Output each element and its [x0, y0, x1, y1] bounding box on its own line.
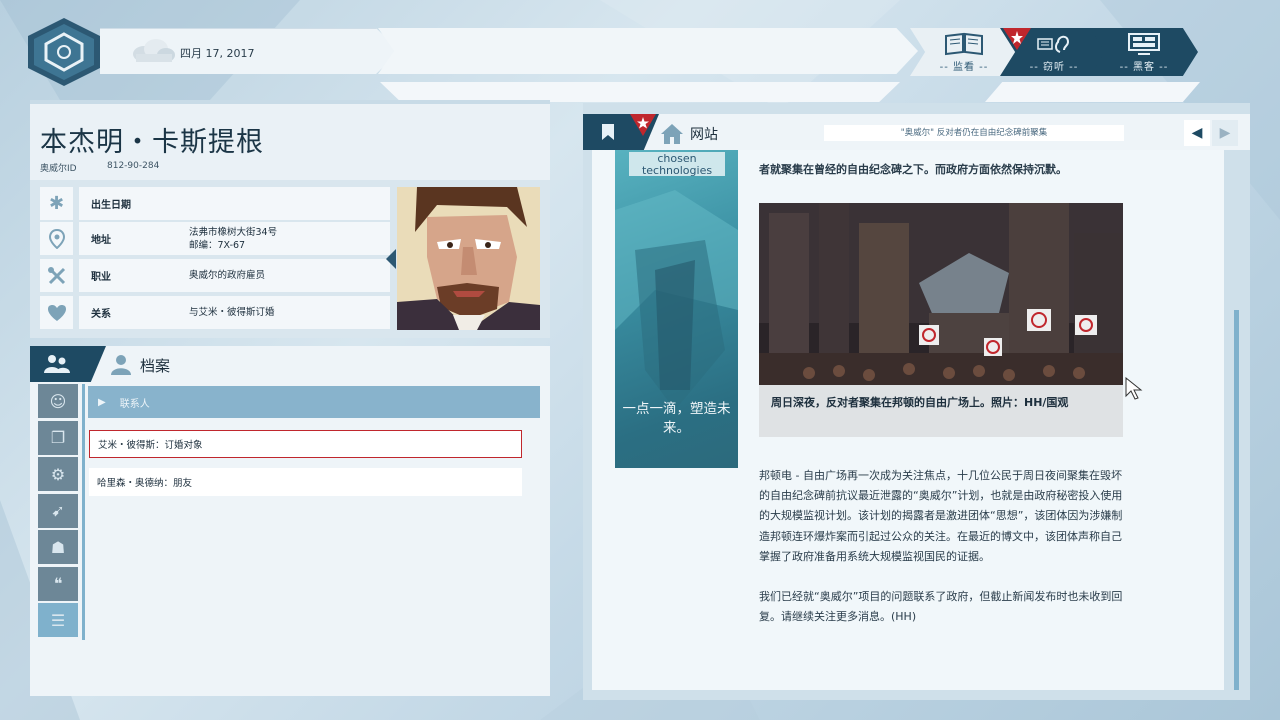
article-intro-fragment: 者就聚集在曾经的自由纪念碑之下。而政府方面依然保持沉默。	[759, 160, 1124, 180]
contact-item-harrison[interactable]: 哈里森・奥德纳：朋友	[89, 468, 522, 496]
alert-star-badge	[1003, 28, 1031, 50]
website-title: 网站	[690, 127, 718, 143]
back-arrow-icon[interactable]: ◀	[1184, 120, 1210, 146]
photo-caption: 周日深夜，反对者聚集在邦顿的自由广场上。照片：HH/国观	[759, 385, 1123, 437]
url-bar[interactable]: "奥威尔" 反对者仍在自由纪念碑前聚集	[824, 125, 1124, 141]
ear-icon	[1037, 35, 1070, 53]
contacts-book-icon[interactable]: ☰	[38, 603, 78, 637]
cloud-icon	[133, 39, 175, 62]
running-person-icon[interactable]: ➹	[38, 493, 78, 528]
settings-gears-icon[interactable]: ⚙	[38, 457, 78, 491]
contacts-header[interactable]: ▶ 联系人	[88, 386, 540, 418]
bookmark-icon	[602, 124, 614, 140]
profile-id-label: 奥威尔ID	[40, 164, 77, 174]
profile-name: 本杰明・卡斯提根	[40, 127, 264, 158]
mouse-cursor-icon	[1125, 377, 1143, 400]
contact-item-label: 哈里森・奥德纳：朋友	[97, 478, 193, 489]
website-scrollbar[interactable]	[1234, 310, 1239, 690]
address-line1: 法弗市橡树大街34号	[189, 226, 278, 238]
address-label: 地址	[91, 235, 111, 246]
app-logo[interactable]	[28, 18, 100, 86]
relationship-value: 与艾米・彼得斯订婚	[189, 307, 275, 318]
article-intro-text: 者就聚集在曾经的自由纪念碑之下。而政府方面依然保持沉默。	[759, 163, 1067, 176]
info-row-birthdate: ✱ 出生日期	[40, 187, 390, 220]
files-sidebar-indicator	[82, 384, 85, 640]
book-icon	[945, 32, 983, 55]
forward-arrow-icon[interactable]: ▶	[1212, 120, 1238, 146]
ad-brand-tag: chosen technologies	[629, 152, 725, 176]
files-title-wrap: 档案	[110, 354, 170, 376]
birthdate-label: 出生日期	[91, 200, 131, 211]
mode-hack-label: -- 黑客 --	[1119, 61, 1169, 73]
current-date: 四月 17, 2017	[180, 47, 255, 60]
chevron-right-icon: ▶	[98, 396, 106, 408]
article-paragraph: 邦顿电 - 自由广场再一次成为关注焦点，十几位公民于周日夜间聚集在毁坏的自由纪念…	[759, 469, 1123, 563]
face-profile-icon[interactable]: ☺	[38, 384, 78, 418]
relationship-label: 关系	[91, 309, 111, 320]
website-title-wrap: 网站	[660, 123, 718, 145]
date-bar-extension	[378, 28, 918, 74]
occupation-value: 奥威尔的政府雇员	[189, 270, 266, 281]
mode-underline	[985, 82, 1200, 102]
documents-icon[interactable]: ❐	[38, 420, 78, 455]
mode-monitor-label: -- 监看 --	[939, 61, 989, 73]
article-body: 邦顿电 - 自由广场再一次成为关注焦点，十几位公民于周日夜间聚集在毁坏的自由纪念…	[759, 466, 1124, 647]
location-pin-icon	[40, 222, 73, 255]
contact-item-amy[interactable]: 艾米・彼得斯：订婚对象	[89, 430, 522, 458]
tools-icon	[40, 259, 73, 292]
article-paragraph: 我们已经就“奥威尔”项目的问题联系了政府，但截止新闻发布时也未收到回复。请继续关…	[759, 590, 1123, 624]
asterisk-icon: ✱	[40, 187, 73, 220]
occupation-label: 职业	[91, 272, 111, 283]
heart-icon	[40, 296, 73, 329]
mode-monitor-button[interactable]: -- 监看 --	[910, 28, 1018, 76]
id-card-icon[interactable]: ☗	[38, 530, 78, 564]
files-title: 档案	[140, 356, 171, 375]
person-icon	[111, 355, 131, 375]
alert-star-badge-web	[630, 114, 656, 136]
address-line2: 邮编：7X-67	[189, 239, 246, 251]
monitor-icon	[1128, 32, 1160, 55]
mode-eavesdrop-label: -- 窃听 --	[1029, 61, 1079, 73]
info-row-relationship: 关系 与艾米・彼得斯订婚	[40, 296, 390, 329]
home-icon	[661, 124, 683, 144]
files-sidebar: ☺ ❐ ⚙ ➹ ☗ ❝ ☰	[38, 384, 84, 644]
contact-item-label: 艾米・彼得斯：订婚对象	[98, 440, 203, 451]
nav-underline	[380, 82, 900, 102]
info-row-address: 地址 法弗市橡树大街34号 邮编：7X-67	[40, 222, 390, 255]
people-icon	[44, 355, 70, 373]
info-row-occupation: 职业 奥威尔的政府雇员	[40, 259, 390, 292]
portrait-pointer	[386, 249, 396, 269]
mode-hack-button[interactable]: -- 黑客 --	[1090, 28, 1198, 76]
ad-caption: 一点一滴，塑造未来。	[622, 401, 731, 436]
chat-bubble-icon[interactable]: ❝	[38, 566, 78, 601]
profile-id-value: 812-90-284	[107, 161, 160, 171]
contacts-header-label: 联系人	[119, 398, 150, 410]
address-value: 法弗市橡树大街34号 邮编：7X-67	[189, 226, 277, 252]
profile-portrait	[397, 187, 540, 330]
